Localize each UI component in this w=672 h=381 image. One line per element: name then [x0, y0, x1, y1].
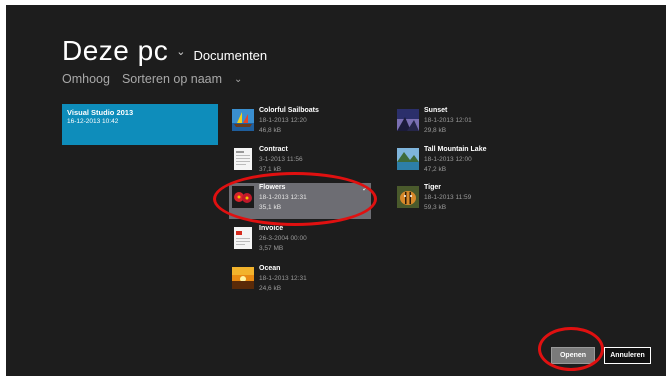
file-name: Colorful Sailboats: [259, 107, 319, 114]
file-size: 24,6 kB: [259, 285, 282, 292]
file-item-colorful-sailboats[interactable]: Colorful Sailboats 18-1-2013 12:20 46,8 …: [229, 106, 371, 142]
sailboats-thumbnail-icon: [232, 109, 254, 131]
file-date: 18-1-2013 12:01: [424, 117, 472, 124]
toolbar: Omhoog Sorteren op naam ⌄: [62, 72, 242, 86]
file-item-flowers[interactable]: Flowers 18-1-2013 12:31 35,1 kB ✓: [229, 183, 371, 219]
document-thumbnail-icon: [232, 148, 254, 170]
file-date: 18-1-2013 12:31: [259, 194, 307, 201]
flowers-thumbnail-icon: [232, 186, 254, 208]
file-name: Flowers: [259, 184, 286, 191]
tiger-thumbnail-icon: [397, 186, 419, 208]
file-item-ocean[interactable]: Ocean 18-1-2013 12:31 24,6 kB: [229, 264, 371, 300]
location-header[interactable]: Deze pc ⌄ Documenten: [62, 35, 267, 67]
sort-dropdown[interactable]: Sorteren op naam: [122, 72, 222, 86]
chevron-down-icon[interactable]: ⌄: [234, 74, 242, 85]
chevron-down-icon[interactable]: ⌄: [176, 45, 185, 58]
file-size: 35,1 kB: [259, 204, 282, 211]
file-item-tiger[interactable]: Tiger 18-1-2013 11:59 59,3 kB: [394, 183, 536, 219]
file-size: 37,1 kB: [259, 166, 282, 173]
file-name: Tiger: [424, 184, 441, 191]
mountain-lake-thumbnail-icon: [397, 148, 419, 170]
file-picker: Deze pc ⌄ Documenten Omhoog Sorteren op …: [6, 5, 666, 376]
file-date: 18-1-2013 11:59: [424, 194, 472, 201]
file-item-sunset[interactable]: Sunset 18-1-2013 12:01 29,8 kB: [394, 106, 536, 142]
file-name: Invoice: [259, 225, 284, 232]
up-button[interactable]: Omhoog: [62, 72, 110, 86]
file-date: 26-3-2004 00:00: [259, 235, 307, 242]
file-item-contract[interactable]: Contract 3-1-2013 11:56 37,1 kB: [229, 145, 371, 181]
file-name: Sunset: [424, 107, 448, 114]
sunset-thumbnail-icon: [397, 109, 419, 131]
file-date: 18-1-2013 12:31: [259, 275, 307, 282]
file-size: 3,57 MB: [259, 245, 284, 252]
folder-tile-visual-studio[interactable]: Visual Studio 2013 16-12-2013 10:42: [62, 104, 218, 145]
file-name: Ocean: [259, 265, 281, 272]
open-button[interactable]: Openen: [551, 347, 595, 364]
cancel-button[interactable]: Annuleren: [604, 347, 651, 364]
invoice-thumbnail-icon: [232, 227, 254, 249]
ocean-thumbnail-icon: [232, 267, 254, 289]
current-folder-label: Documenten: [193, 48, 268, 63]
file-date: 18-1-2013 12:00: [424, 156, 472, 163]
folder-name: Visual Studio 2013: [67, 108, 134, 117]
file-item-tall-mountain-lake[interactable]: Tall Mountain Lake 18-1-2013 12:00 47,2 …: [394, 145, 536, 181]
file-date: 18-1-2013 12:20: [259, 117, 307, 124]
file-name: Contract: [259, 146, 288, 153]
file-name: Tall Mountain Lake: [424, 146, 487, 153]
page-title[interactable]: Deze pc: [62, 35, 168, 67]
file-item-invoice[interactable]: Invoice 26-3-2004 00:00 3,57 MB: [229, 224, 371, 260]
folder-date: 16-12-2013 10:42: [67, 118, 119, 125]
check-icon: ✓: [362, 186, 368, 193]
file-size: 46,8 kB: [259, 127, 282, 134]
file-size: 59,3 kB: [424, 204, 447, 211]
file-size: 47,2 kB: [424, 166, 447, 173]
file-size: 29,8 kB: [424, 127, 447, 134]
file-date: 3-1-2013 11:56: [259, 156, 303, 163]
